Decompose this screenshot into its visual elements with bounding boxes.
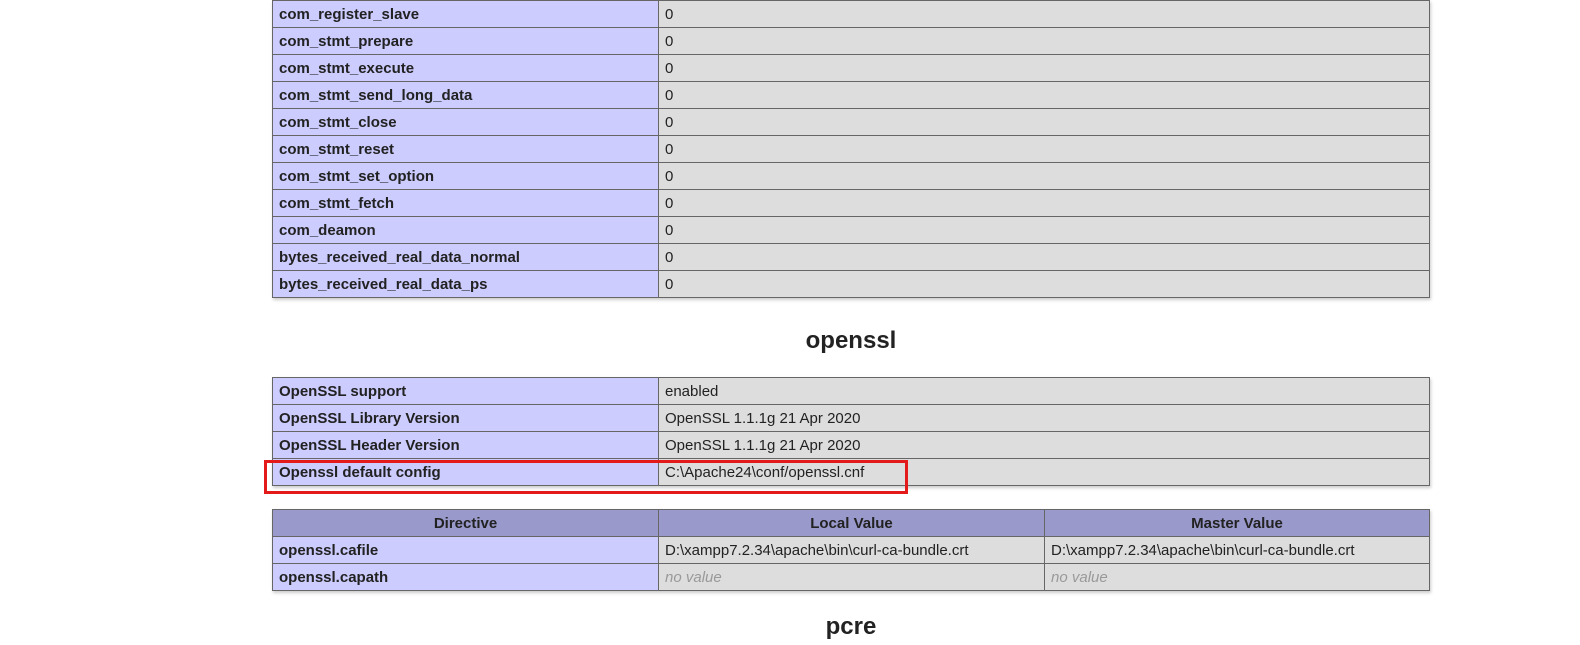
section-title-openssl: openssl [805, 327, 897, 354]
stat-name: com_register_slave [272, 0, 659, 28]
table-row: OpenSSL support enabled [272, 377, 1430, 405]
directive-master-value: D:\xampp7.2.34\apache\bin\curl-ca-bundle… [1044, 536, 1430, 564]
stat-value: 0 [658, 27, 1430, 55]
stat-value: 0 [658, 270, 1430, 298]
table-row: com_stmt_close 0 [272, 108, 1430, 136]
info-name: OpenSSL support [272, 377, 659, 405]
info-value: OpenSSL 1.1.1g 21 Apr 2020 [658, 404, 1430, 432]
stat-name: bytes_received_real_data_ps [272, 270, 659, 298]
directive-local-value: D:\xampp7.2.34\apache\bin\curl-ca-bundle… [658, 536, 1045, 564]
directive-name: openssl.cafile [272, 536, 659, 564]
table-row: OpenSSL Library Version OpenSSL 1.1.1g 21… [272, 404, 1430, 432]
openssl-directives-container: Directive Local Value Master Value opens… [272, 509, 1430, 591]
table-row: bytes_received_real_data_normal 0 [272, 243, 1430, 271]
stats-table: com_register_slave 0 com_stmt_prepare 0 co… [272, 0, 1430, 298]
table-row: com_stmt_prepare 0 [272, 27, 1430, 55]
table-row: openssl.capath no value no value [272, 563, 1430, 591]
stats-table-container: com_register_slave 0 com_stmt_prepare 0 co… [272, 0, 1430, 298]
table-row: openssl.cafile D:\xampp7.2.34\apache\bin… [272, 536, 1430, 564]
stat-value: 0 [658, 0, 1430, 28]
stat-name: com_stmt_reset [272, 135, 659, 163]
table-header-row: Directive Local Value Master Value [272, 509, 1430, 537]
directive-name: openssl.capath [272, 563, 659, 591]
openssl-info-container: OpenSSL support enabled OpenSSL Library V… [272, 377, 1430, 486]
stat-value: 0 [658, 108, 1430, 136]
info-value: OpenSSL 1.1.1g 21 Apr 2020 [658, 431, 1430, 459]
table-row: OpenSSL Header Version OpenSSL 1.1.1g 21 … [272, 431, 1430, 459]
stat-value: 0 [658, 189, 1430, 217]
table-row: com_stmt_set_option 0 [272, 162, 1430, 190]
stat-name: com_deamon [272, 216, 659, 244]
stat-value: 0 [658, 162, 1430, 190]
stat-name: com_stmt_fetch [272, 189, 659, 217]
stat-value: 0 [658, 54, 1430, 82]
stat-name: com_stmt_prepare [272, 27, 659, 55]
openssl-directives-table: Directive Local Value Master Value opens… [272, 509, 1430, 591]
info-name: Openssl default config [272, 458, 659, 486]
no-value-text: no value [665, 568, 722, 586]
stat-value: 0 [658, 81, 1430, 109]
table-row: com_register_slave 0 [272, 0, 1430, 28]
table-row: com_deamon 0 [272, 216, 1430, 244]
column-header-master-value: Master Value [1044, 509, 1430, 537]
stat-value: 0 [658, 135, 1430, 163]
stat-value: 0 [658, 243, 1430, 271]
column-header-directive: Directive [272, 509, 659, 537]
directive-master-value: no value [1044, 563, 1430, 591]
info-name: OpenSSL Library Version [272, 404, 659, 432]
openssl-info-table: OpenSSL support enabled OpenSSL Library V… [272, 377, 1430, 486]
stat-name: bytes_received_real_data_normal [272, 243, 659, 271]
table-row: com_stmt_execute 0 [272, 54, 1430, 82]
stat-name: com_stmt_execute [272, 54, 659, 82]
stat-name: com_stmt_set_option [272, 162, 659, 190]
stat-name: com_stmt_send_long_data [272, 81, 659, 109]
column-header-local-value: Local Value [658, 509, 1045, 537]
table-row: com_stmt_fetch 0 [272, 189, 1430, 217]
section-title-pcre: pcre [825, 613, 877, 640]
table-row: Openssl default config C:\Apache24\conf/o… [272, 458, 1430, 486]
info-name: OpenSSL Header Version [272, 431, 659, 459]
no-value-text: no value [1051, 568, 1108, 586]
table-row: com_stmt_reset 0 [272, 135, 1430, 163]
stat-name: com_stmt_close [272, 108, 659, 136]
info-value: enabled [658, 377, 1430, 405]
info-value: C:\Apache24\conf/openssl.cnf [658, 458, 1430, 486]
stat-value: 0 [658, 216, 1430, 244]
table-row: com_stmt_send_long_data 0 [272, 81, 1430, 109]
directive-local-value: no value [658, 563, 1045, 591]
table-row: bytes_received_real_data_ps 0 [272, 270, 1430, 298]
